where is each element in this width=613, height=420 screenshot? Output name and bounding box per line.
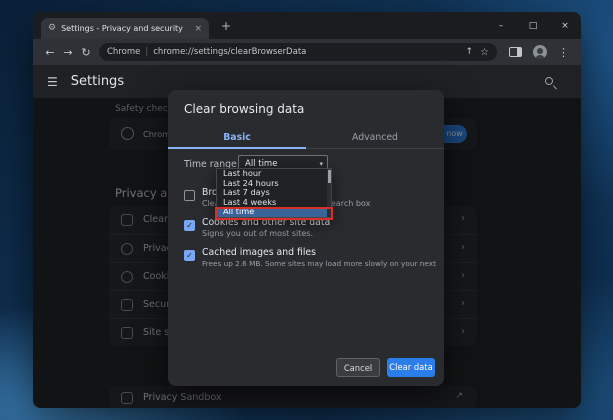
window-controls: – □ ×: [485, 12, 581, 39]
url-text: chrome://settings/clearBrowserData: [153, 47, 459, 57]
maximize-button[interactable]: □: [517, 12, 549, 39]
minimize-button[interactable]: –: [485, 12, 517, 39]
settings-menu-icon[interactable]: ☰: [47, 75, 58, 89]
side-panel-icon[interactable]: [509, 47, 522, 57]
annotation-highlight: [215, 207, 333, 220]
back-button[interactable]: ←: [41, 46, 59, 59]
tab-close-icon[interactable]: ×: [194, 24, 202, 34]
tab-strip: ⚙ Settings - Privacy and security × + – …: [33, 12, 581, 39]
browser-toolbar: ← → ↻ Chrome | chrome://settings/clearBr…: [33, 39, 581, 65]
settings-gear-favicon-icon: ⚙: [48, 24, 56, 33]
checkbox-cookies[interactable]: ✓: [184, 220, 195, 231]
address-bar[interactable]: Chrome | chrome://settings/clearBrowserD…: [99, 43, 497, 61]
desktop-wallpaper: ⚙ Settings - Privacy and security × + – …: [0, 0, 613, 420]
tab-title: Settings - Privacy and security: [61, 24, 190, 33]
page-title: Settings: [71, 74, 124, 89]
profile-avatar[interactable]: [533, 45, 547, 59]
new-tab-button[interactable]: +: [217, 17, 235, 35]
url-divider: |: [145, 47, 148, 57]
chevron-down-icon: ▾: [319, 160, 323, 168]
dialog-tabs: Basic Advanced: [168, 126, 444, 149]
checkbox-cached-images[interactable]: ✓: [184, 250, 195, 261]
tab-basic[interactable]: Basic: [168, 126, 306, 148]
clear-browsing-data-dialog: Clear browsing data Basic Advanced Time …: [168, 90, 444, 386]
reload-button[interactable]: ↻: [77, 46, 95, 59]
checkbox-browsing-history[interactable]: [184, 190, 195, 201]
clear-data-button[interactable]: Clear data: [387, 358, 435, 377]
dialog-title: Clear browsing data: [184, 102, 304, 116]
tab-advanced[interactable]: Advanced: [306, 126, 444, 148]
browser-window: ⚙ Settings - Privacy and security × + – …: [33, 12, 581, 408]
url-host-label: Chrome: [107, 47, 140, 57]
forward-button[interactable]: →: [59, 46, 77, 59]
time-range-dropdown-menu: Last hour Last 24 hours Last 7 days Last…: [216, 168, 332, 218]
close-window-button[interactable]: ×: [549, 12, 581, 39]
browser-tab[interactable]: ⚙ Settings - Privacy and security ×: [41, 18, 209, 39]
bookmark-star-icon[interactable]: ☆: [480, 47, 489, 58]
cancel-button[interactable]: Cancel: [336, 358, 380, 377]
search-icon[interactable]: [545, 77, 553, 85]
browser-menu-button[interactable]: ⋮: [558, 46, 569, 59]
share-icon[interactable]: ↑: [465, 47, 473, 57]
